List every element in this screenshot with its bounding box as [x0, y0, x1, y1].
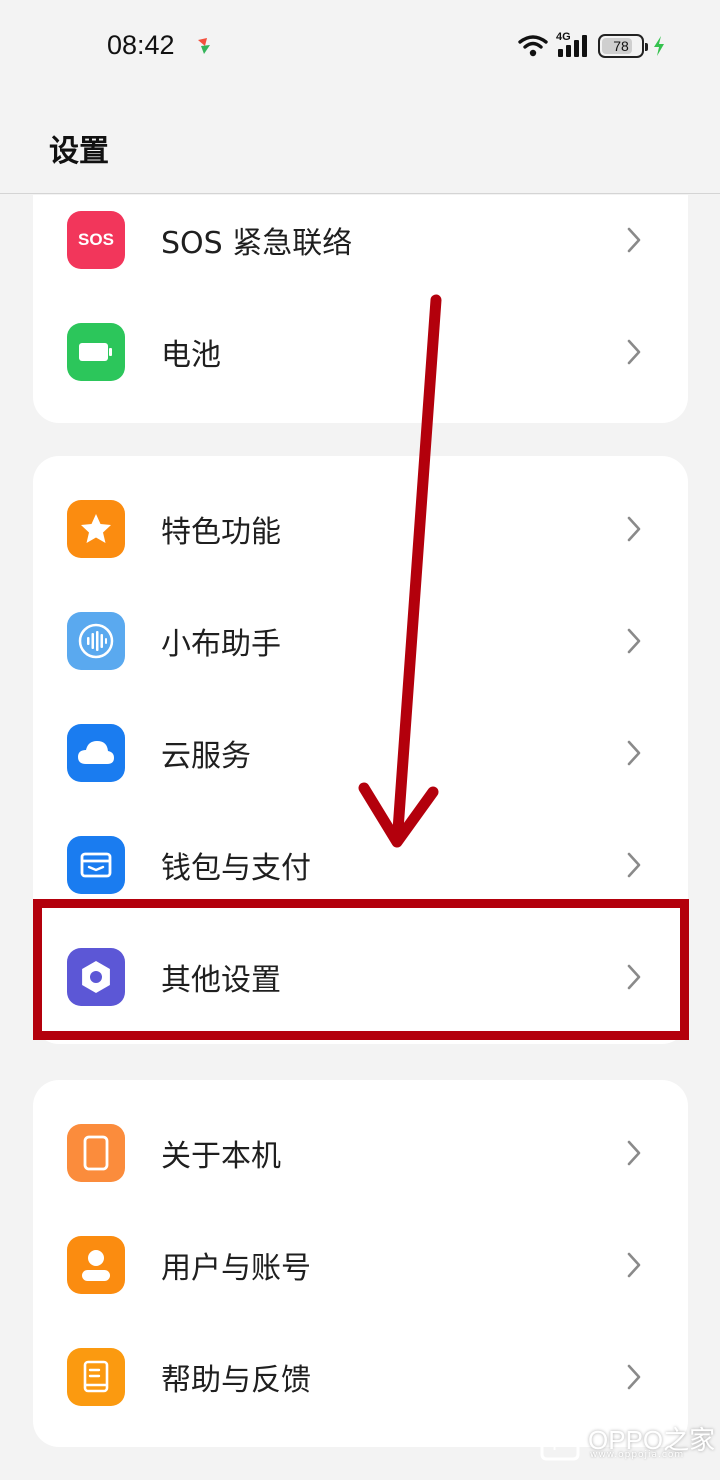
battery-icon: 78: [598, 34, 648, 58]
settings-item-wallet[interactable]: 钱包与支付: [33, 809, 688, 921]
chevron-right-icon: [627, 1364, 641, 1390]
battery-settings-icon: [67, 323, 125, 381]
settings-item-users-accounts[interactable]: 用户与账号: [33, 1209, 688, 1321]
settings-list[interactable]: SOS SOS 紧急联络 电池 特色功能 小布助手 云服务 钱包与支付 其他设置…: [0, 195, 720, 1480]
settings-item-other-settings[interactable]: 其他设置: [33, 921, 688, 1033]
status-bar: 08:42 4G 78: [0, 0, 720, 90]
chevron-right-icon: [627, 628, 641, 654]
watermark: P OPPO之家 www.oppojia.com: [538, 1412, 715, 1464]
settings-item-sos[interactable]: SOS SOS 紧急联络: [33, 195, 688, 296]
status-icons: 4G 78: [518, 31, 666, 60]
settings-group-1: SOS SOS 紧急联络 电池: [33, 195, 688, 423]
user-icon: [67, 1236, 125, 1294]
chevron-right-icon: [627, 1140, 641, 1166]
settings-item-label: 特色功能: [161, 515, 281, 550]
phone-icon: [67, 1124, 125, 1182]
chevron-right-icon: [627, 1252, 641, 1278]
chevron-right-icon: [627, 964, 641, 990]
chevron-right-icon: [627, 852, 641, 878]
watermark-logo-icon: P: [540, 1415, 580, 1461]
voice-assistant-icon: [67, 612, 125, 670]
help-book-icon: [67, 1348, 125, 1406]
settings-item-label: SOS 紧急联络: [161, 226, 353, 261]
settings-group-3: 关于本机 用户与账号 帮助与反馈: [33, 1080, 688, 1447]
settings-item-about-phone[interactable]: 关于本机: [33, 1097, 688, 1209]
star-icon: [67, 500, 125, 558]
settings-item-features[interactable]: 特色功能: [33, 473, 688, 585]
wallet-icon: [67, 836, 125, 894]
chevron-right-icon: [627, 227, 641, 253]
settings-item-battery[interactable]: 电池: [33, 296, 688, 408]
watermark-subtext: www.oppojia.com: [590, 1450, 685, 1460]
status-time: 08:42: [107, 30, 175, 60]
settings-item-label: 电池: [161, 338, 221, 373]
settings-item-label: 云服务: [161, 739, 251, 774]
chevron-right-icon: [627, 339, 641, 365]
svg-text:P: P: [552, 1433, 565, 1455]
cloud-icon: [67, 724, 125, 782]
settings-item-assistant[interactable]: 小布助手: [33, 585, 688, 697]
gear-icon: [67, 948, 125, 1006]
settings-item-cloud[interactable]: 云服务: [33, 697, 688, 809]
chevron-right-icon: [627, 740, 641, 766]
wifi-icon: [518, 35, 548, 57]
charging-bolt-icon: [654, 36, 664, 56]
settings-item-label: 钱包与支付: [161, 851, 311, 886]
settings-item-label: 小布助手: [161, 627, 281, 662]
battery-level: 78: [613, 38, 629, 54]
header: 设置: [0, 90, 720, 194]
settings-item-label: 关于本机: [161, 1139, 281, 1174]
settings-item-label: 帮助与反馈: [161, 1363, 311, 1398]
page-title: 设置: [49, 134, 109, 169]
settings-group-2: 特色功能 小布助手 云服务 钱包与支付 其他设置: [33, 456, 688, 1044]
app-notification-icon: [198, 38, 210, 54]
settings-item-label: 用户与账号: [161, 1251, 311, 1286]
settings-item-label: 其他设置: [161, 963, 281, 998]
sos-icon: SOS: [67, 211, 125, 269]
chevron-right-icon: [627, 516, 641, 542]
cellular-signal-icon: 4G: [556, 31, 590, 59]
